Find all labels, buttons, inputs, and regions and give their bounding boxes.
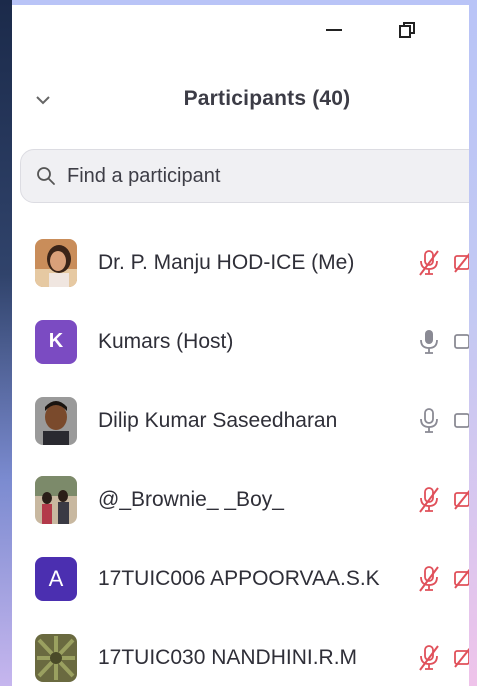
participant-row[interactable]: 17TUIC030 NANDHINI.R.M <box>12 618 469 686</box>
avatar-initial: A <box>48 565 64 591</box>
avatar <box>35 396 77 445</box>
video-off-icon[interactable] <box>453 487 469 513</box>
restore-icon <box>399 22 415 38</box>
participant-row[interactable]: Dilip Kumar Saseedharan <box>12 381 469 460</box>
restore-button[interactable] <box>392 15 422 45</box>
chevron-down-icon <box>36 96 50 105</box>
video-icon[interactable] <box>453 329 469 355</box>
panel-header: Participants (40) <box>12 75 469 125</box>
participant-row[interactable]: @_Brownie_ _Boy_ <box>12 460 469 539</box>
participant-row[interactable]: K Kumars (Host) <box>12 302 469 381</box>
avatar: K <box>35 319 77 364</box>
video-icon[interactable] <box>453 408 469 434</box>
mic-muted-icon[interactable] <box>417 248 441 278</box>
participant-row[interactable]: A 17TUIC006 APPOORVAA.S.K <box>12 539 469 618</box>
video-off-icon[interactable] <box>453 566 469 592</box>
participant-name: Kumars (Host) <box>98 329 234 353</box>
participants-panel: Participants (40) Dr. P. Manju HOD- <box>12 5 469 686</box>
participant-name: Dilip Kumar Saseedharan <box>98 408 338 432</box>
participant-name: Dr. P. Manju HOD-ICE (Me) <box>98 250 355 274</box>
mic-muted-icon[interactable] <box>417 485 441 515</box>
avatar <box>35 238 77 287</box>
avatar <box>35 633 77 682</box>
mic-muted-icon[interactable] <box>417 564 441 594</box>
mic-icon[interactable] <box>417 406 441 436</box>
search-icon <box>35 165 57 187</box>
participant-list: Dr. P. Manju HOD-ICE (Me) K Kumars (Host… <box>12 223 469 686</box>
background-window-edge <box>0 0 12 686</box>
video-off-icon[interactable] <box>453 250 469 276</box>
panel-title: Participants (40) <box>183 87 351 110</box>
participant-name: @_Brownie_ _Boy_ <box>98 487 284 511</box>
avatar-initial: K <box>48 330 64 352</box>
participant-row[interactable]: Dr. P. Manju HOD-ICE (Me) <box>12 223 469 302</box>
avatar <box>35 475 77 524</box>
avatar: A <box>35 556 77 601</box>
participant-name: 17TUIC006 APPOORVAA.S.K <box>98 566 380 590</box>
participant-search-box[interactable] <box>20 149 469 203</box>
video-off-icon[interactable] <box>453 645 469 671</box>
mic-icon[interactable] <box>417 327 441 357</box>
collapse-button[interactable] <box>30 87 56 113</box>
mic-muted-icon[interactable] <box>417 643 441 673</box>
search-input[interactable] <box>65 163 429 189</box>
participant-name: 17TUIC030 NANDHINI.R.M <box>98 645 358 669</box>
minimize-icon <box>326 29 342 31</box>
minimize-button[interactable] <box>320 15 350 45</box>
